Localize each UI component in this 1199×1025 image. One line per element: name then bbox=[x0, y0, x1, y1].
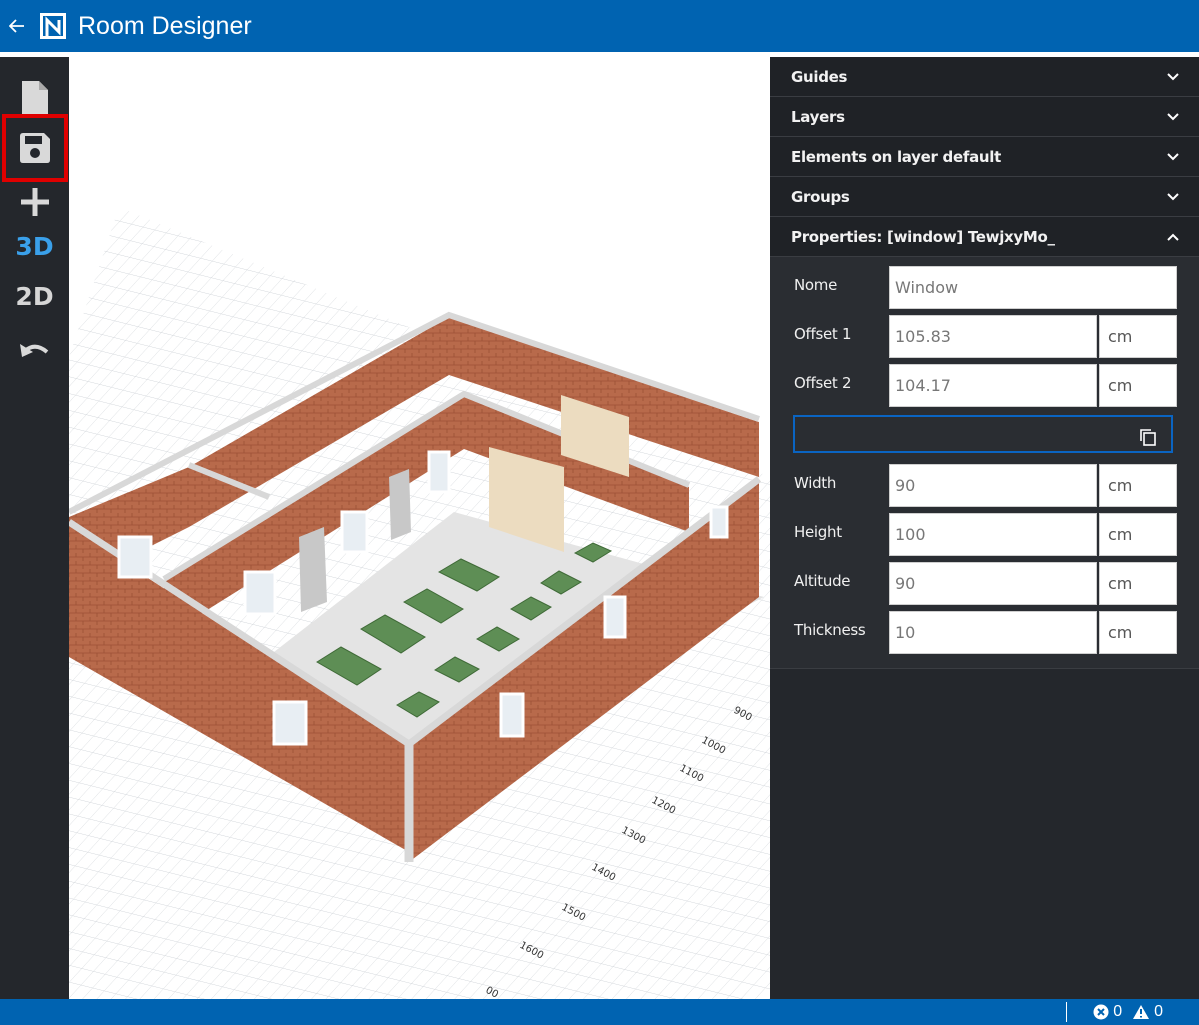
width-field[interactable] bbox=[889, 464, 1097, 507]
window[interactable] bbox=[340, 510, 369, 554]
chevron-up-icon bbox=[1167, 233, 1179, 241]
save-icon bbox=[20, 133, 50, 163]
texture-selector[interactable] bbox=[793, 415, 1173, 453]
plus-icon bbox=[20, 188, 49, 216]
window[interactable] bbox=[243, 570, 277, 616]
undo-button[interactable] bbox=[0, 328, 69, 374]
height-label: Height bbox=[794, 523, 842, 541]
accordion-guides[interactable]: Guides bbox=[770, 57, 1199, 97]
window[interactable] bbox=[272, 700, 308, 746]
file-icon bbox=[21, 81, 48, 115]
status-bar: 0 0 bbox=[0, 999, 1199, 1025]
thickness-field[interactable] bbox=[889, 611, 1097, 654]
properties-form: Nome Offset 1 cm Offset 2 cm Width cm He… bbox=[770, 257, 1199, 669]
chevron-down-icon bbox=[1167, 112, 1179, 120]
offset2-field[interactable] bbox=[889, 364, 1097, 407]
save-button[interactable] bbox=[2, 114, 68, 182]
unit-label: cm bbox=[1099, 513, 1177, 556]
window[interactable] bbox=[427, 450, 451, 494]
add-button[interactable] bbox=[0, 179, 69, 225]
altitude-field[interactable] bbox=[889, 562, 1097, 605]
view-3d-label: 3D bbox=[15, 231, 54, 261]
back-arrow-icon[interactable] bbox=[0, 0, 34, 52]
name-field[interactable] bbox=[889, 266, 1177, 309]
warning-icon bbox=[1133, 1005, 1150, 1019]
3d-viewport[interactable]: 900 1000 1100 1200 1300 1400 1500 1600 0… bbox=[69, 57, 770, 999]
window[interactable] bbox=[603, 595, 627, 639]
name-label: Nome bbox=[794, 276, 838, 294]
view-2d-button[interactable]: 2D bbox=[0, 273, 69, 319]
side-panel: Guides Layers Elements on layer default … bbox=[770, 57, 1199, 999]
warning-count[interactable]: 0 bbox=[1132, 1003, 1163, 1021]
chevron-down-icon bbox=[1167, 192, 1179, 200]
title-bar: Room Designer bbox=[0, 0, 1199, 52]
accordion-groups[interactable]: Groups bbox=[770, 177, 1199, 217]
unit-label: cm bbox=[1099, 364, 1177, 407]
accordion-layers[interactable]: Layers bbox=[770, 97, 1199, 137]
window[interactable] bbox=[117, 535, 153, 579]
accordion-properties[interactable]: Properties: [window] TewjxyMo_ bbox=[770, 217, 1199, 257]
offset1-field[interactable] bbox=[889, 315, 1097, 358]
unit-label: cm bbox=[1099, 315, 1177, 358]
offset1-label: Offset 1 bbox=[794, 325, 852, 343]
unit-label: cm bbox=[1099, 562, 1177, 605]
chevron-down-icon bbox=[1167, 72, 1179, 80]
app-logo-icon bbox=[40, 13, 66, 39]
error-count[interactable]: 0 bbox=[1093, 1003, 1122, 1021]
width-label: Width bbox=[794, 474, 837, 492]
thickness-label: Thickness bbox=[794, 621, 866, 639]
unit-label: cm bbox=[1099, 611, 1177, 654]
view-2d-label: 2D bbox=[15, 281, 54, 311]
copy-icon[interactable] bbox=[1139, 428, 1157, 446]
window[interactable] bbox=[709, 505, 729, 539]
view-3d-button[interactable]: 3D bbox=[0, 223, 69, 269]
offset2-label: Offset 2 bbox=[794, 374, 852, 392]
accordion-elements[interactable]: Elements on layer default bbox=[770, 137, 1199, 177]
altitude-label: Altitude bbox=[794, 572, 851, 590]
left-toolbar: 3D 2D bbox=[0, 57, 69, 999]
height-field[interactable] bbox=[889, 513, 1097, 556]
chevron-down-icon bbox=[1167, 152, 1179, 160]
undo-icon bbox=[19, 344, 48, 357]
error-icon bbox=[1093, 1004, 1109, 1020]
unit-label: cm bbox=[1099, 464, 1177, 507]
window[interactable] bbox=[499, 692, 525, 738]
app-title: Room Designer bbox=[78, 11, 252, 40]
3d-scene[interactable]: 900 1000 1100 1200 1300 1400 1500 1600 0… bbox=[69, 57, 770, 999]
